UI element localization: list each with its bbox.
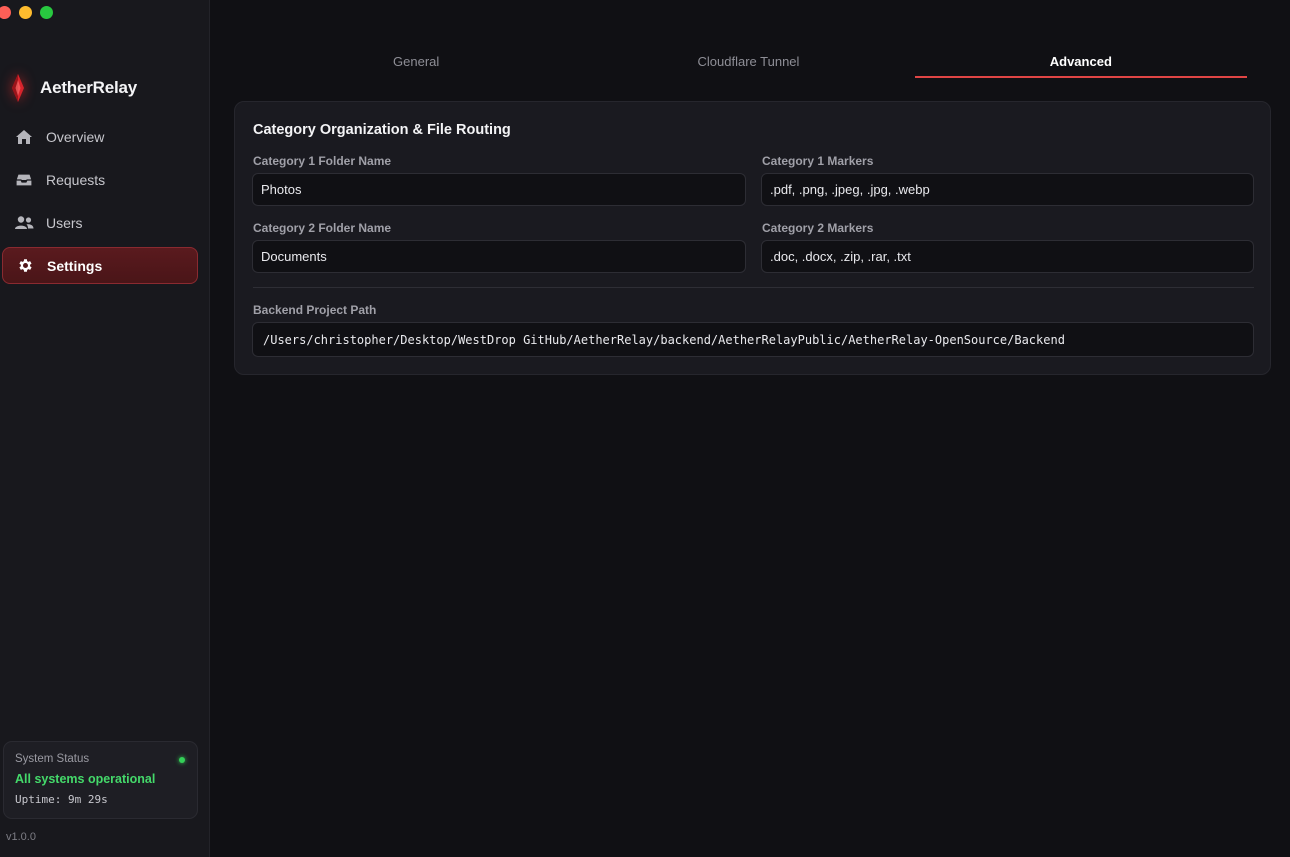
minimize-window-button[interactable] (19, 6, 32, 19)
cat1-folder-label: Category 1 Folder Name (253, 154, 392, 168)
status-indicator-dot (179, 757, 185, 763)
close-window-button[interactable] (0, 6, 11, 19)
brand: AetherRelay (8, 72, 137, 104)
tab-general[interactable]: General (250, 46, 582, 78)
sidebar-item-label: Overview (46, 128, 105, 145)
sidebar-item-overview[interactable]: Overview (2, 118, 198, 155)
app-name: AetherRelay (40, 78, 138, 97)
sidebar-item-settings[interactable]: Settings (2, 247, 198, 284)
sidebar-item-label: Settings (47, 257, 103, 274)
cat1-markers-label: Category 1 Markers (762, 154, 874, 168)
cat1-markers-input[interactable]: .pdf, .png, .jpeg, .jpg, .webp (761, 173, 1254, 206)
sidebar-item-label: Users (46, 214, 83, 231)
cat2-folder-label: Category 2 Folder Name (253, 221, 392, 235)
maximize-window-button[interactable] (40, 6, 53, 19)
sidebar: AetherRelay Overview Requests Users Sett… (0, 0, 210, 857)
main-content: General Cloudflare Tunnel Advanced Categ… (210, 0, 1290, 857)
cat2-markers-input[interactable]: .doc, .docx, .zip, .rar, .txt (761, 240, 1254, 273)
cat2-folder-input[interactable]: Documents (252, 240, 746, 273)
sidebar-item-requests[interactable]: Requests (2, 161, 198, 198)
settings-tabs: General Cloudflare Tunnel Advanced (250, 46, 1247, 78)
inbox-icon (14, 170, 34, 190)
section-divider (253, 287, 1254, 288)
gear-icon (15, 256, 35, 276)
version-label: v1.0.0 (6, 831, 36, 843)
section-title: Category Organization & File Routing (253, 122, 511, 138)
tab-cloudflare-tunnel[interactable]: Cloudflare Tunnel (582, 46, 914, 78)
sidebar-item-users[interactable]: Users (2, 204, 198, 241)
status-text: All systems operational (15, 772, 156, 786)
backend-path-input[interactable]: /Users/christopher/Desktop/WestDrop GitH… (252, 322, 1254, 357)
window-controls (0, 6, 53, 19)
app-window: AetherRelay Overview Requests Users Sett… (0, 0, 1290, 857)
users-icon (14, 213, 34, 233)
status-title: System Status (15, 753, 90, 765)
cat2-markers-label: Category 2 Markers (762, 221, 874, 235)
sidebar-nav: Overview Requests Users Settings (2, 118, 198, 290)
home-icon (14, 127, 34, 147)
sidebar-item-label: Requests (46, 171, 106, 188)
logo-crystal-icon (8, 72, 28, 104)
backend-path-label: Backend Project Path (253, 303, 377, 317)
tab-advanced[interactable]: Advanced (914, 46, 1247, 78)
category-routing-card: Category Organization & File Routing Cat… (234, 101, 1271, 375)
uptime-text: Uptime: 9m 29s (15, 793, 108, 806)
cat1-folder-input[interactable]: Photos (252, 173, 746, 206)
system-status-card: System Status All systems operational Up… (3, 741, 198, 819)
